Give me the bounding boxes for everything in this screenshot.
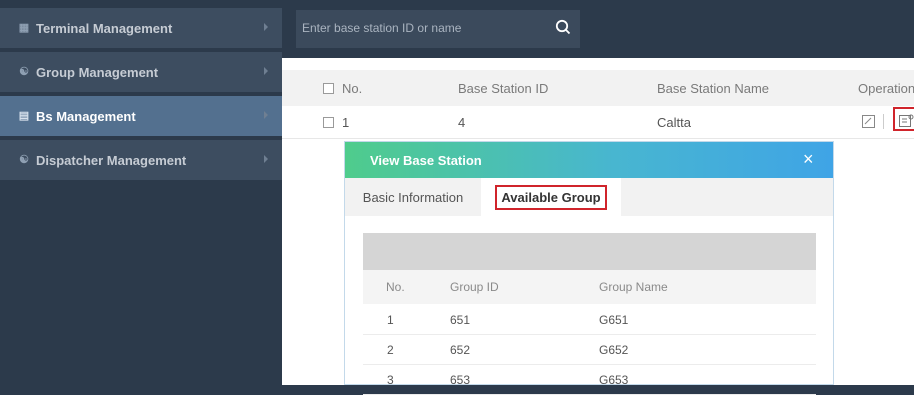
group-icon: ☯ [19, 66, 29, 78]
sidebar-item-dispatcher-management[interactable]: ☯ Dispatcher Management [0, 140, 282, 180]
dispatcher-icon: ☯ [19, 154, 29, 166]
group-row-id: 652 [450, 343, 471, 357]
sidebar-item-label: Dispatcher Management [36, 152, 187, 168]
group-row-name: G651 [599, 313, 629, 327]
table-header: No. Base Station ID Base Station Name Op… [282, 70, 914, 106]
terminal-icon: ▦ [18, 22, 30, 34]
sidebar-item-label: Bs Management [36, 108, 136, 124]
base-station-icon: ▤ [18, 110, 30, 122]
table-row: 1 651 G651 [363, 305, 816, 335]
column-header-base-station-name: Base Station Name [657, 81, 770, 96]
group-row-name: G652 [599, 343, 629, 357]
edit-icon[interactable] [862, 115, 875, 128]
close-icon[interactable]: × [803, 150, 814, 168]
sidebar-item-label: Terminal Management [36, 20, 173, 36]
sidebar: ▦ Terminal Management ☯ Group Management… [0, 0, 282, 385]
column-header-operation: Operation [858, 81, 914, 96]
view-button-highlight [893, 107, 914, 131]
search-icon[interactable] [555, 19, 571, 35]
sidebar-item-terminal-management[interactable]: ▦ Terminal Management [0, 8, 282, 48]
dialog-tabs: Basic Information Available Group [345, 178, 833, 216]
table-row: 1 4 Caltta [282, 106, 914, 139]
search-box [296, 10, 580, 48]
group-row-no: 1 [387, 313, 394, 327]
sidebar-item-group-management[interactable]: ☯ Group Management [0, 52, 282, 92]
main-content: No. Base Station ID Base Station Name Op… [282, 0, 914, 395]
column-header-base-station-id: Base Station ID [458, 81, 549, 96]
view-base-station-dialog: View Base Station × Basic Information Av… [344, 141, 834, 395]
row-base-station-id: 4 [458, 115, 466, 130]
dialog-header: View Base Station × [345, 142, 833, 178]
tab-label: Basic Information [362, 189, 464, 205]
tab-available-group[interactable]: Available Group [481, 178, 621, 216]
chevron-right-icon [264, 155, 268, 163]
top-bar [282, 0, 914, 58]
table-row: 2 652 G652 [363, 335, 816, 365]
row-base-station-name: Caltta [657, 115, 691, 130]
group-grid-toolbar [363, 233, 816, 270]
column-header-group-id: Group ID [450, 280, 499, 294]
search-input[interactable] [302, 21, 532, 35]
column-header-group-name: Group Name [599, 280, 668, 294]
select-all-checkbox[interactable] [323, 83, 334, 94]
row-no: 1 [342, 115, 350, 130]
row-checkbox[interactable] [323, 117, 334, 128]
group-row-id: 651 [450, 313, 471, 327]
chevron-right-icon [264, 67, 268, 75]
sidebar-item-label: Group Management [36, 64, 159, 80]
group-table-header: No. Group ID Group Name [363, 270, 816, 304]
sidebar-item-bs-management[interactable]: ▤ Bs Management [0, 96, 282, 136]
tab-label: Available Group [495, 184, 607, 210]
group-row-no: 2 [387, 343, 394, 357]
chevron-right-icon [264, 23, 268, 31]
column-header-no: No. [386, 280, 405, 294]
table-row: 3 653 G653 [363, 365, 816, 395]
tab-basic-information[interactable]: Basic Information [345, 178, 481, 216]
chevron-right-icon [264, 111, 268, 119]
column-header-no: No. [342, 81, 363, 96]
divider [883, 114, 884, 129]
dialog-title: View Base Station [370, 153, 482, 168]
